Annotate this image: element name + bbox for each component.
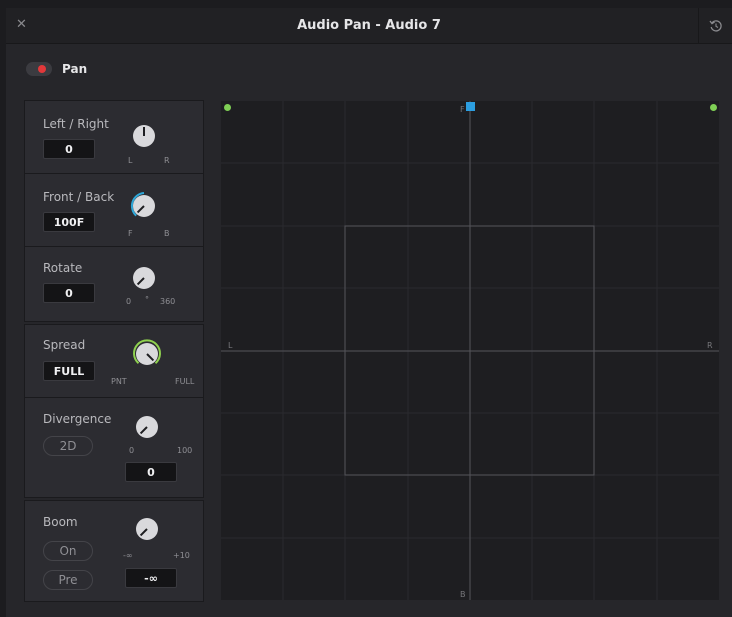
spread-controls-group: Spread FULL PNT FULL Divergence 2D 0 100… (24, 324, 204, 498)
front-back-section: Front / Back 100F F B (25, 174, 203, 247)
front-back-value-field[interactable]: 100F (43, 212, 95, 232)
spread-label: Spread (43, 338, 86, 352)
divergence-label: Divergence (43, 412, 112, 426)
right-axis-label: R (707, 341, 713, 350)
left-right-knob[interactable] (127, 119, 161, 153)
right-speaker-indicator (710, 104, 717, 111)
boom-on-button[interactable]: On (43, 541, 93, 561)
left-right-value-field[interactable]: 0 (43, 139, 95, 159)
window-title: Audio Pan - Audio 7 (297, 18, 441, 33)
divergence-min-tick: 0 (129, 446, 135, 455)
divergence-knob[interactable] (130, 410, 164, 444)
position-controls-group: Left / Right 0 L R Front / Back 100F F B… (24, 100, 204, 322)
boom-max-tick: +10 (173, 551, 190, 560)
pan-grid[interactable]: F B L R (221, 101, 719, 600)
rotate-label: Rotate (43, 261, 83, 275)
pan-toggle-row: Pan (26, 62, 87, 76)
title-bar: ✕ Audio Pan - Audio 7 (6, 8, 732, 44)
back-axis-label: B (460, 590, 466, 599)
spread-section: Spread FULL PNT FULL (25, 325, 203, 398)
reset-button[interactable] (698, 8, 732, 44)
rotate-min-tick: 0 (126, 297, 132, 306)
pan-grid-lines (221, 101, 719, 600)
front-back-label: Front / Back (43, 190, 115, 204)
left-right-max-tick: R (164, 156, 170, 165)
pan-toggle-indicator (38, 65, 46, 73)
boom-knob[interactable] (130, 512, 164, 546)
left-right-min-tick: L (128, 156, 133, 165)
pan-toggle[interactable] (26, 62, 52, 76)
divergence-max-tick: 100 (177, 446, 193, 455)
divergence-2d-button[interactable]: 2D (43, 436, 93, 456)
rotate-knob[interactable] (127, 261, 161, 295)
boom-controls-group: Boom On Pre -∞ +10 -∞ (24, 500, 204, 602)
reset-icon (708, 20, 722, 32)
spread-knob[interactable] (130, 337, 164, 371)
pan-label: Pan (62, 62, 88, 76)
divergence-section: Divergence 2D 0 100 0 (25, 398, 203, 499)
front-back-max-tick: B (164, 229, 170, 238)
boom-min-tick: -∞ (123, 551, 133, 560)
rotate-value-field[interactable]: 0 (43, 283, 95, 303)
spread-value-field[interactable]: FULL (43, 361, 95, 381)
front-axis-label: F (460, 105, 465, 114)
left-speaker-indicator (224, 104, 231, 111)
left-axis-label: L (228, 341, 233, 350)
left-right-label: Left / Right (43, 117, 109, 131)
boom-label: Boom (43, 515, 78, 529)
front-back-min-tick: F (128, 229, 133, 238)
spread-min-tick: PNT (111, 377, 127, 386)
front-back-knob[interactable] (127, 189, 161, 223)
audio-pan-window: ✕ Audio Pan - Audio 7 Pan Left / Right 0… (6, 8, 732, 617)
rotate-degree-tick: ° (145, 295, 149, 304)
rotate-max-tick: 360 (160, 297, 176, 306)
divergence-value-field[interactable]: 0 (125, 462, 177, 482)
left-right-section: Left / Right 0 L R (25, 101, 203, 174)
rotate-section: Rotate 0 0 ° 360 (25, 247, 203, 323)
spread-max-tick: FULL (175, 377, 195, 386)
boom-pre-button[interactable]: Pre (43, 570, 93, 590)
pan-position-marker[interactable] (466, 102, 475, 111)
boom-value-field[interactable]: -∞ (125, 568, 177, 588)
